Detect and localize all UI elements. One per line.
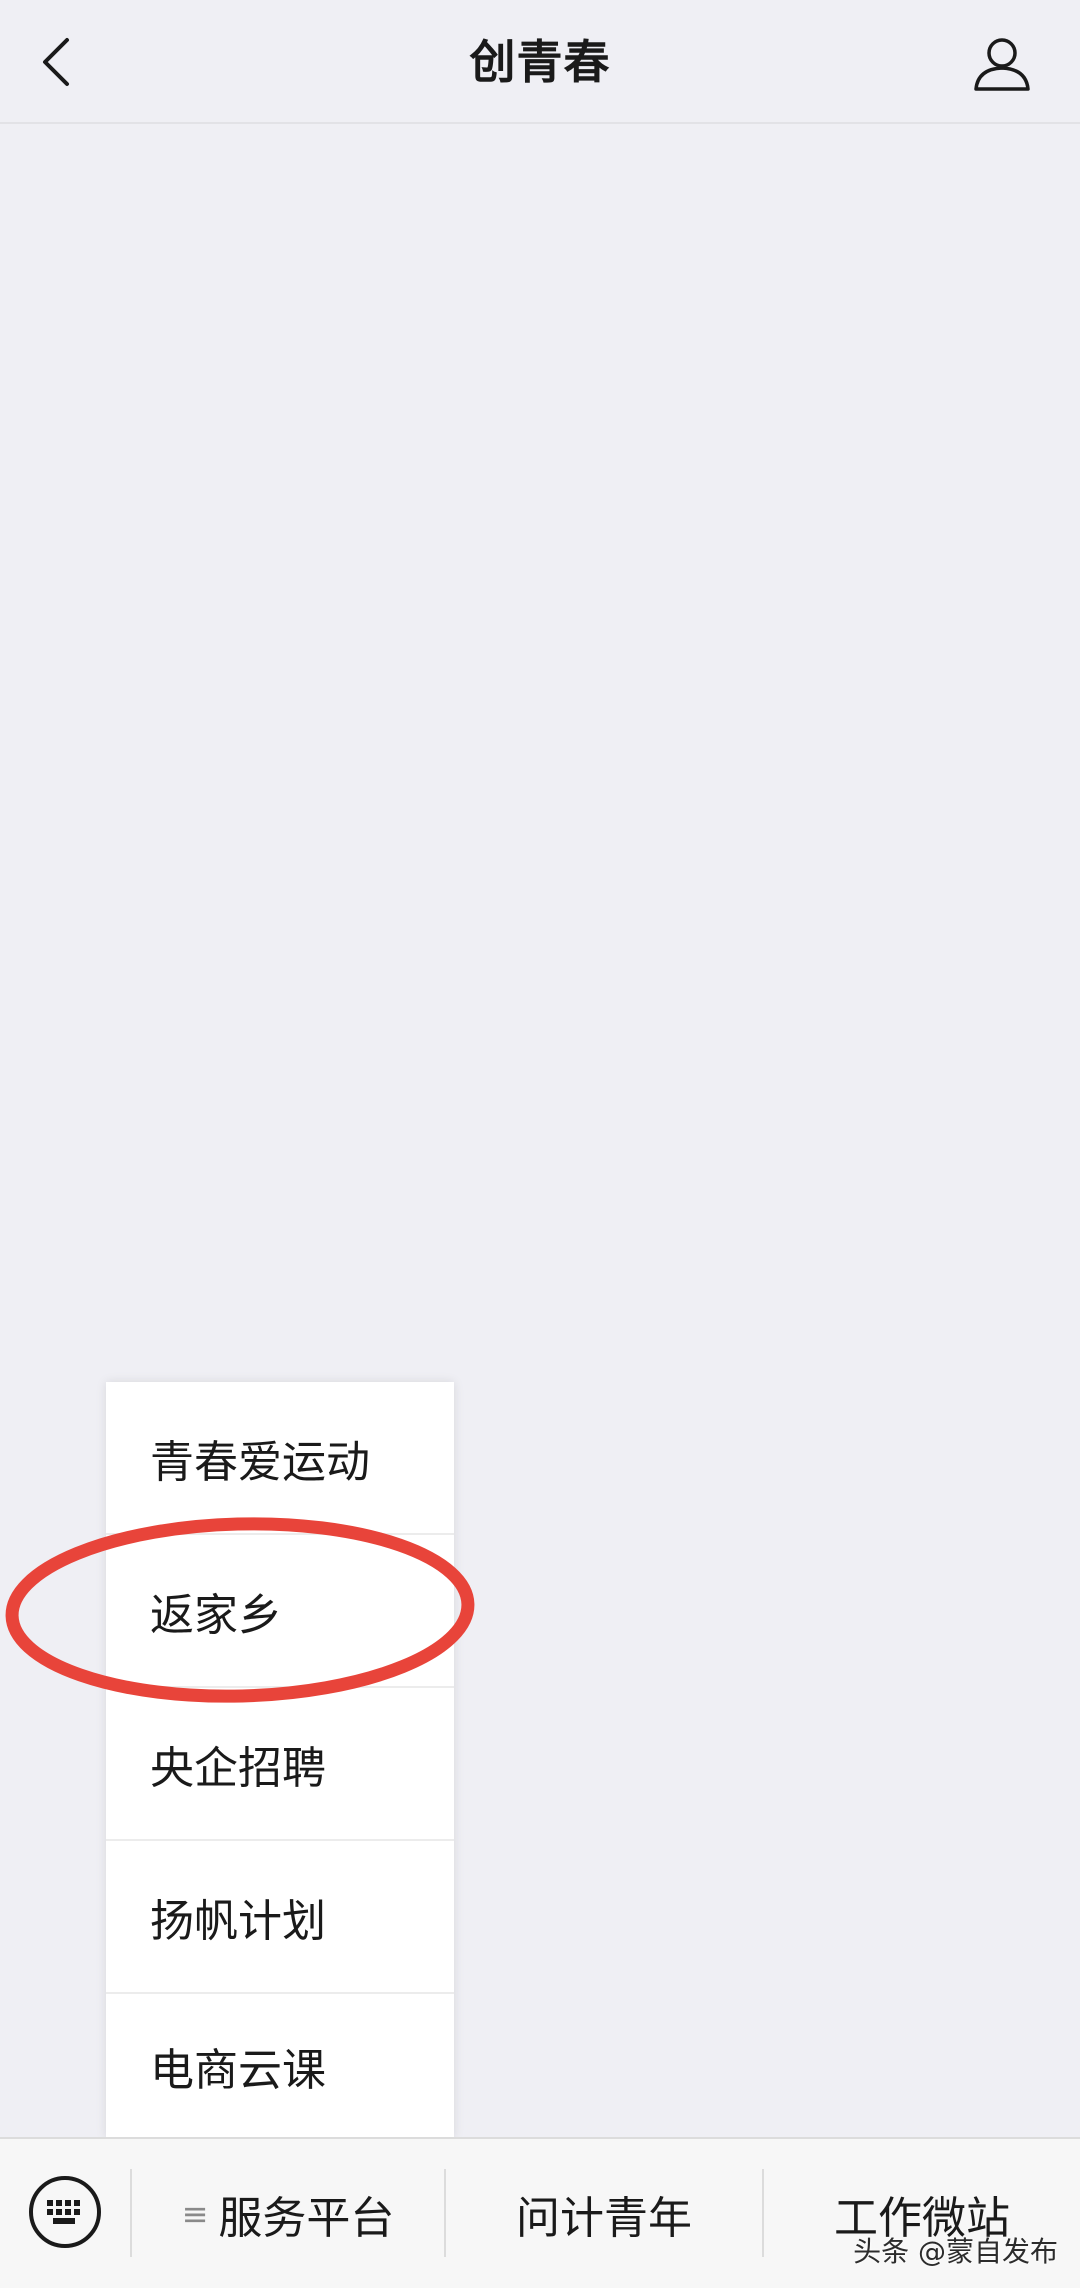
submenu-item-label: 央企招聘	[150, 1742, 326, 1794]
submenu-popup: 青春爱运动 返家乡 央企招聘 扬帆计划 电商云课	[106, 1382, 454, 2138]
submenu-item-ecommerce-course[interactable]: 电商云课	[106, 1994, 454, 2138]
submenu-item-sail-plan[interactable]: 扬帆计划	[106, 1841, 454, 1992]
user-profile-icon	[974, 38, 1030, 91]
submenu-item-label: 电商云课	[150, 2045, 326, 2096]
menu-tab-service-platform[interactable]: ≡ 服务平台	[132, 2139, 444, 2288]
submenu-item-soe-recruitment[interactable]: 央企招聘	[106, 1688, 454, 1839]
submenu-item-return-home[interactable]: 返家乡	[106, 1535, 454, 1686]
watermark: 头条 @蒙自发布	[853, 2230, 1058, 2270]
submenu-item-label: 扬帆计划	[150, 1895, 326, 1947]
top-nav-bar: 创青春	[0, 0, 1080, 124]
page-title: 创青春	[469, 35, 611, 89]
submenu-item-label: 青春爱运动	[150, 1436, 370, 1488]
menu-list-icon: ≡	[181, 2194, 209, 2233]
menu-tab-label: 服务平台	[218, 2192, 395, 2244]
menu-tab-ask-youth[interactable]: 问计青年	[446, 2139, 762, 2288]
submenu-item-youth-sports[interactable]: 青春爱运动	[106, 1382, 454, 1533]
keyboard-icon	[29, 2176, 101, 2248]
menu-tab-label: 问计青年	[516, 2192, 692, 2244]
keyboard-toggle-button[interactable]	[26, 2173, 104, 2251]
submenu-item-label: 返家乡	[150, 1589, 282, 1641]
profile-button[interactable]	[964, 26, 1040, 102]
watermark-text: 头条 @蒙自发布	[853, 2235, 1058, 2268]
